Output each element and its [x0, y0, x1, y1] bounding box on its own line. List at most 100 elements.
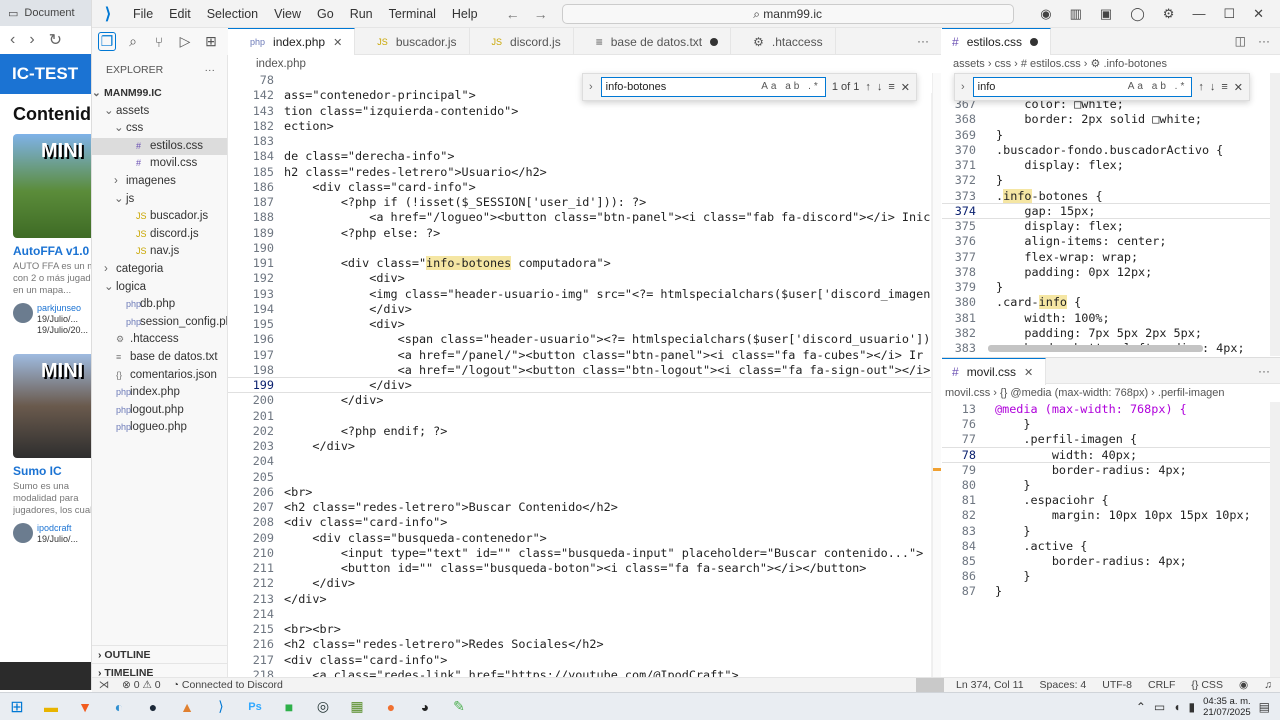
- command-center-search[interactable]: ⌕ manm99.ic: [561, 3, 1014, 24]
- windows-start-icon[interactable]: ⊞: [0, 693, 34, 721]
- battery-icon[interactable]: ▮: [1189, 700, 1196, 714]
- code-line[interactable]: .espaciohr {: [995, 493, 1108, 507]
- tab-base-de-datos-txt[interactable]: ≡ base de datos.txt: [574, 28, 732, 55]
- site-banner[interactable]: IC-TEST: [0, 54, 91, 94]
- layout-icon[interactable]: ▥: [1070, 6, 1082, 22]
- code-line[interactable]: <div>: [284, 317, 405, 331]
- close-icon[interactable]: ✕: [1253, 6, 1264, 22]
- copilot-icon[interactable]: ◉: [1040, 6, 1051, 22]
- code-editor-main[interactable]: 78 142 ass="contenedor-principal"> 143 tion …: [228, 73, 941, 677]
- cursor-position[interactable]: Ln 374, Col 11: [948, 679, 1032, 691]
- code-line[interactable]: ection>: [284, 119, 334, 133]
- code-line[interactable]: <br><br>: [284, 622, 341, 636]
- card-thumbnail[interactable]: MINI: [13, 134, 91, 238]
- app-green-icon[interactable]: ■: [272, 693, 306, 721]
- tree-item[interactable]: # estilos.css: [92, 137, 227, 156]
- match-options-icon[interactable]: Aa ab .*: [761, 78, 821, 96]
- toggle-sidebar-icon[interactable]: ▣: [1100, 6, 1112, 22]
- code-line[interactable]: <?php else: ?>: [284, 226, 440, 240]
- file-explorer-icon[interactable]: ▬: [34, 693, 68, 721]
- tree-item[interactable]: JS nav.js: [92, 243, 227, 261]
- next-match-icon[interactable]: ↓: [1210, 81, 1216, 93]
- code-line[interactable]: .perfil-imagen {: [995, 432, 1137, 446]
- encoding[interactable]: UTF-8: [1094, 679, 1140, 691]
- brave-icon[interactable]: ▼: [68, 693, 102, 721]
- code-line[interactable]: border-radius: 4px;: [995, 554, 1187, 568]
- close-find-icon[interactable]: ✕: [1234, 81, 1243, 94]
- menu-selection[interactable]: Selection: [199, 7, 266, 21]
- code-line[interactable]: }: [995, 417, 1030, 431]
- notification-center-icon[interactable]: ▤: [1259, 700, 1270, 714]
- vertical-scrollbar[interactable]: [1270, 402, 1280, 677]
- code-line[interactable]: <h2 class="redes-letrero">Redes Sociales…: [284, 637, 604, 651]
- discord-status[interactable]: ◔ Connected to Discord: [167, 679, 289, 691]
- code-line[interactable]: <?php endif; ?>: [284, 424, 448, 438]
- tree-item[interactable]: ⌄ logica: [92, 279, 227, 297]
- code-line[interactable]: <span class="header-usuario"><?= htmlspe…: [284, 332, 941, 346]
- tree-item[interactable]: phpsession_config.php: [92, 314, 227, 332]
- code-line[interactable]: gap: 15px;: [996, 204, 1095, 218]
- code-line[interactable]: .buscador-fondo.buscadorActivo {: [996, 143, 1223, 157]
- tree-item[interactable]: phplogueo.php: [92, 419, 227, 437]
- code-line[interactable]: margin: 10px 10px 15px 10px;: [995, 508, 1251, 522]
- tree-item[interactable]: ⌄ css: [92, 120, 227, 138]
- menu-edit[interactable]: Edit: [161, 7, 199, 21]
- workspace-root[interactable]: ⌄ MANM99.IC: [92, 85, 227, 103]
- chevron-right-icon[interactable]: ›: [589, 81, 593, 93]
- discord-taskbar-icon[interactable]: ◕: [408, 693, 442, 721]
- find-in-selection-icon[interactable]: ≡: [888, 81, 894, 93]
- line-ending[interactable]: CRLF: [1140, 679, 1183, 691]
- more-actions-icon[interactable]: ···: [205, 64, 216, 76]
- close-tab-icon[interactable]: ✕: [333, 36, 342, 49]
- code-line[interactable]: de class="derecha-info">: [284, 149, 454, 163]
- code-line[interactable]: width: 100%;: [996, 311, 1109, 325]
- tree-item[interactable]: # movil.css: [92, 155, 227, 173]
- code-line[interactable]: <?php if (!isset($_SESSION['user_id'])):…: [284, 195, 646, 209]
- remote-icon[interactable]: ⋊: [92, 679, 116, 691]
- code-line[interactable]: <br>: [284, 485, 312, 499]
- card-author[interactable]: ipodcraft 19/Julio/...: [13, 523, 91, 545]
- tab-index-php[interactable]: php index.php ✕: [228, 28, 356, 55]
- content-card[interactable]: MINI AutoFFA v1.0 AUTO FFA es un modo con …: [13, 134, 91, 336]
- code-line[interactable]: </div>: [284, 592, 327, 606]
- steam-icon[interactable]: ●: [136, 693, 170, 721]
- menu-help[interactable]: Help: [444, 7, 486, 21]
- find-in-selection-icon[interactable]: ≡: [1221, 81, 1227, 93]
- code-line[interactable]: </div>: [284, 439, 355, 453]
- code-line[interactable]: ass="contenedor-principal">: [284, 88, 476, 102]
- previous-match-icon[interactable]: ↑: [865, 81, 871, 93]
- indentation[interactable]: Spaces: 4: [1032, 679, 1095, 691]
- tab-estilos-css[interactable]: # estilos.css: [942, 28, 1052, 55]
- code-line[interactable]: <h2 class="redes-letrero">Buscar Conteni…: [284, 500, 618, 514]
- code-line[interactable]: border: 2px solid □white;: [996, 112, 1202, 126]
- code-line[interactable]: <div class="busqueda-contenedor">: [284, 531, 546, 545]
- network-icon[interactable]: ▭: [1154, 700, 1165, 714]
- card-title[interactable]: Sumo IC: [13, 464, 91, 478]
- card-thumbnail[interactable]: MINI: [13, 354, 91, 458]
- menu-view[interactable]: View: [266, 7, 309, 21]
- code-line[interactable]: .active {: [995, 539, 1087, 553]
- code-line[interactable]: align-items: center;: [996, 234, 1166, 248]
- more-actions-icon[interactable]: ···: [1258, 28, 1270, 54]
- notifications-icon[interactable]: ♫: [1256, 679, 1280, 691]
- menu-file[interactable]: File: [125, 7, 161, 21]
- photoshop-icon[interactable]: Ps: [238, 693, 272, 721]
- tree-item[interactable]: ⌄ assets: [92, 103, 227, 121]
- tray-chevron-icon[interactable]: ⌃: [1136, 700, 1146, 714]
- tab-discord-js[interactable]: JS discord.js: [470, 28, 574, 55]
- code-line[interactable]: <a class="redes-link" href="https://yout…: [284, 668, 738, 677]
- tree-item[interactable]: {} comentarios.json: [92, 367, 227, 385]
- code-line[interactable]: </div>: [284, 576, 355, 590]
- tab-buscador-js[interactable]: JS buscador.js: [355, 28, 470, 55]
- code-line[interactable]: tion class="izquierda-contenido">: [284, 104, 518, 118]
- split-editor-icon[interactable]: ◫: [1235, 28, 1246, 54]
- tab--htaccess[interactable]: ⚙ .htaccess: [731, 28, 836, 55]
- overview-ruler[interactable]: [932, 73, 941, 677]
- code-line[interactable]: }: [995, 524, 1030, 538]
- code-line[interactable]: display: flex;: [996, 219, 1123, 233]
- app-orange-icon[interactable]: ●: [374, 693, 408, 721]
- explorer-icon[interactable]: ❐: [98, 32, 116, 51]
- code-line[interactable]: padding: 7px 5px 2px 5px;: [996, 326, 1202, 340]
- code-line[interactable]: <button id="" class="busqueda-boton"><i …: [284, 561, 867, 575]
- volume-icon[interactable]: ◖: [1173, 700, 1180, 714]
